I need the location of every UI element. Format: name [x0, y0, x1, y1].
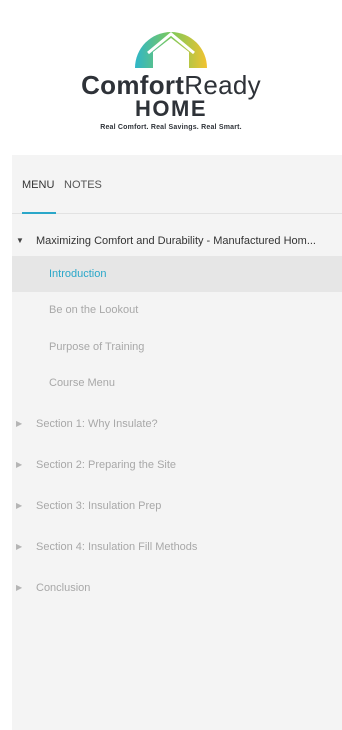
lesson-item-course-menu[interactable]: Course Menu [12, 365, 342, 401]
active-tab-indicator [22, 212, 56, 214]
brand-logo: ComfortReady HOME Real Comfort. Real Sav… [0, 0, 342, 155]
lesson-label: Be on the Lookout [49, 304, 139, 316]
caret-right-icon: ▶ [16, 419, 23, 428]
tab-notes[interactable]: NOTES [64, 179, 102, 191]
tab-menu[interactable]: MENU [22, 179, 54, 191]
lesson-item-be-on-the-lookout[interactable]: Be on the Lookout [12, 292, 342, 328]
sidebar: MENU NOTES ▼ Maximizing Comfort and Dura… [12, 155, 342, 730]
brand-tagline: Real Comfort. Real Savings. Real Smart. [100, 124, 242, 131]
caret-right-icon: ▶ [16, 501, 23, 510]
caret-right-icon: ▶ [16, 542, 23, 551]
caret-right-icon: ▶ [16, 583, 23, 592]
course-title-label: Maximizing Comfort and Durability - Manu… [36, 235, 316, 247]
section-item-3[interactable]: ▶ Section 3: Insulation Prep [12, 488, 342, 524]
lesson-label: Introduction [49, 268, 107, 280]
section-label: Section 2: Preparing the Site [36, 459, 177, 471]
course-title-item[interactable]: ▼ Maximizing Comfort and Durability - Ma… [12, 223, 342, 259]
section-label: Section 4: Insulation Fill Methods [36, 541, 198, 553]
section-label: Conclusion [36, 582, 91, 594]
section-item-4[interactable]: ▶ Section 4: Insulation Fill Methods [12, 529, 342, 565]
house-rainbow-icon [135, 32, 207, 68]
lesson-item-purpose-of-training[interactable]: Purpose of Training [12, 329, 342, 365]
section-item-conclusion[interactable]: ▶ Conclusion [12, 570, 342, 606]
section-label: Section 1: Why Insulate? [36, 418, 158, 430]
lesson-item-introduction[interactable]: Introduction [12, 256, 342, 292]
lesson-label: Course Menu [49, 377, 116, 389]
section-item-2[interactable]: ▶ Section 2: Preparing the Site [12, 447, 342, 483]
section-label: Section 3: Insulation Prep [36, 500, 162, 512]
caret-down-icon: ▼ [16, 236, 24, 245]
section-item-1[interactable]: ▶ Section 1: Why Insulate? [12, 406, 342, 442]
caret-right-icon: ▶ [16, 460, 23, 469]
lesson-label: Purpose of Training [49, 341, 145, 353]
brand-name-second-line: HOME [135, 96, 207, 121]
tab-bar: MENU NOTES [12, 155, 342, 214]
